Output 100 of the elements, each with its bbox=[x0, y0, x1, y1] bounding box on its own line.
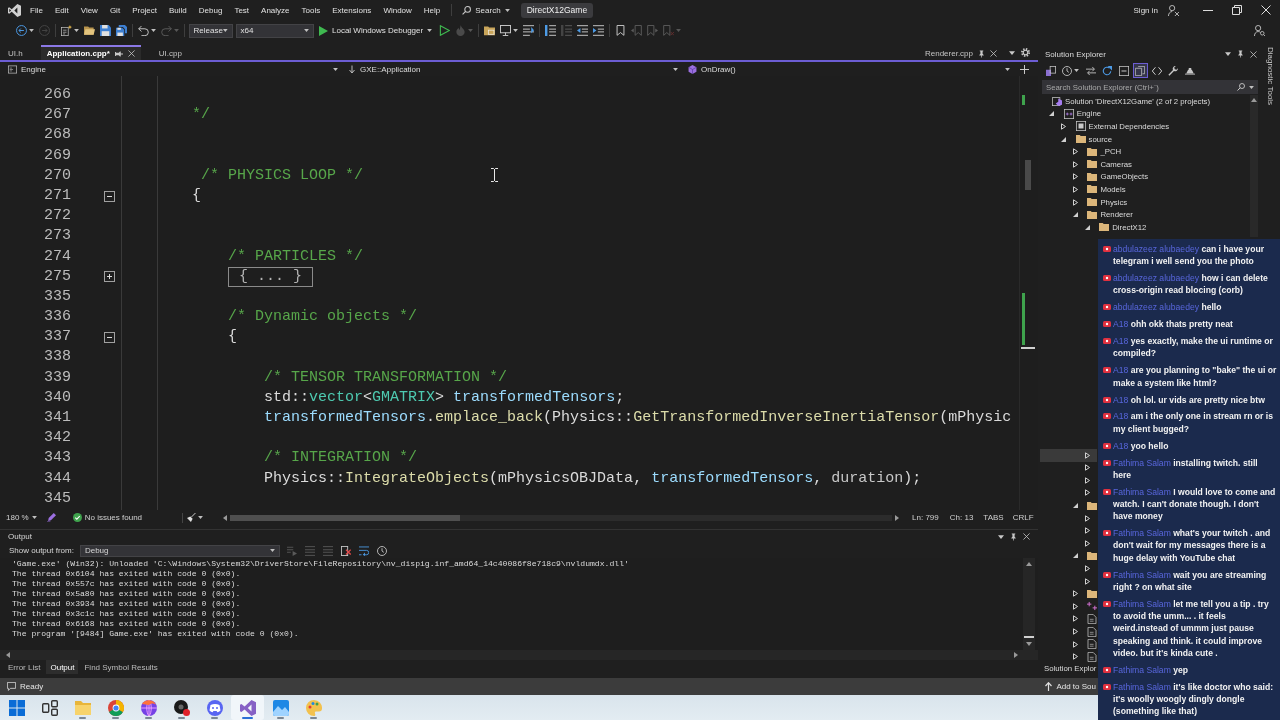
scroll-left-icon[interactable] bbox=[223, 514, 228, 521]
arrow-right-icon[interactable] bbox=[1084, 451, 1090, 459]
menu-item[interactable]: File bbox=[24, 0, 49, 20]
caret-icon[interactable] bbox=[1249, 85, 1254, 89]
window-menu-caret-icon[interactable] bbox=[1225, 52, 1231, 56]
palette-icon[interactable] bbox=[305, 699, 322, 716]
account-button[interactable] bbox=[1253, 24, 1266, 37]
menu-item[interactable]: Project bbox=[126, 0, 164, 20]
configuration-dropdown[interactable]: Release bbox=[188, 23, 233, 38]
globe-icon[interactable] bbox=[140, 699, 157, 716]
task-view-icon[interactable] bbox=[41, 699, 58, 716]
pin-icon[interactable] bbox=[1010, 532, 1017, 541]
show-all-files-button[interactable] bbox=[1133, 64, 1147, 77]
caret-icon[interactable] bbox=[427, 29, 433, 32]
record-icon[interactable] bbox=[173, 699, 190, 716]
menu-item[interactable]: Build bbox=[163, 0, 193, 20]
close-icon[interactable] bbox=[1023, 533, 1030, 540]
arrow-right-icon[interactable] bbox=[1072, 602, 1078, 610]
menu-item[interactable]: Tools bbox=[295, 0, 327, 20]
refresh-button[interactable] bbox=[1100, 64, 1114, 77]
close-icon[interactable] bbox=[1250, 50, 1257, 58]
ribbon-icon[interactable] bbox=[239, 699, 256, 716]
menu-item[interactable]: Window bbox=[377, 0, 418, 20]
document-tab[interactable]: UI.h bbox=[2, 45, 29, 60]
caret-icon[interactable] bbox=[504, 8, 510, 12]
document-tab[interactable]: Application.cpp* bbox=[40, 45, 141, 60]
arrow-right-icon[interactable] bbox=[1061, 123, 1067, 130]
view-code-button[interactable] bbox=[1150, 64, 1163, 77]
caret-icon[interactable] bbox=[31, 516, 37, 519]
arrow-right-icon[interactable] bbox=[1072, 185, 1078, 193]
line-endings-indicator[interactable]: CRLF bbox=[1012, 513, 1034, 522]
browser-icon[interactable] bbox=[107, 699, 124, 716]
close-icon[interactable] bbox=[990, 50, 997, 57]
scroll-up-icon[interactable] bbox=[1026, 562, 1032, 566]
menu-item[interactable]: Git bbox=[103, 0, 127, 20]
arrow-right-icon[interactable] bbox=[1072, 173, 1078, 181]
expand-icon[interactable] bbox=[104, 271, 115, 283]
project-dropdown[interactable]: Engine bbox=[4, 62, 342, 76]
pin-icon[interactable] bbox=[978, 49, 985, 58]
settings-icon[interactable] bbox=[1021, 48, 1030, 57]
arrow-down-icon[interactable] bbox=[1072, 503, 1078, 509]
arrow-right-icon[interactable] bbox=[1084, 565, 1090, 573]
arrow-down-icon[interactable] bbox=[1084, 224, 1090, 230]
caret-icon[interactable] bbox=[673, 67, 678, 71]
undo-button[interactable] bbox=[136, 24, 157, 37]
issues-indicator[interactable]: No issues found bbox=[72, 513, 143, 522]
output-source-dropdown[interactable]: Debug bbox=[79, 544, 280, 557]
bookmark-button[interactable] bbox=[613, 24, 627, 37]
caret-icon[interactable] bbox=[73, 29, 79, 32]
arrow-right-icon[interactable] bbox=[1084, 464, 1090, 472]
arrow-right-icon[interactable] bbox=[1084, 577, 1090, 585]
scroll-right-icon[interactable] bbox=[1014, 652, 1018, 658]
caret-icon[interactable] bbox=[198, 516, 204, 519]
arrow-right-icon[interactable] bbox=[1072, 148, 1078, 156]
code-cleanup-button[interactable] bbox=[187, 513, 204, 522]
add-to-source-control-button[interactable]: Add to Sou bbox=[1045, 682, 1096, 691]
horizontal-scrollbar[interactable] bbox=[223, 512, 900, 523]
arrow-right-icon[interactable] bbox=[1072, 640, 1078, 648]
comment-button[interactable] bbox=[543, 24, 557, 37]
pin-icon[interactable] bbox=[1237, 50, 1244, 58]
arrow-down-icon[interactable] bbox=[1072, 212, 1078, 218]
new-item-button[interactable] bbox=[59, 24, 80, 37]
arrow-right-icon[interactable] bbox=[1072, 615, 1078, 623]
account-icon[interactable] bbox=[1168, 4, 1179, 16]
menu-item[interactable]: Help bbox=[417, 0, 447, 20]
arrow-right-icon[interactable] bbox=[1072, 590, 1078, 598]
caret-icon[interactable] bbox=[150, 29, 156, 32]
history-button[interactable] bbox=[1060, 64, 1081, 77]
controller-face-icon[interactable] bbox=[206, 699, 223, 716]
arrow-down-icon[interactable] bbox=[1061, 136, 1067, 142]
save-all-button[interactable] bbox=[114, 24, 128, 37]
arrow-right-icon[interactable] bbox=[1084, 539, 1090, 547]
window-menu-caret-icon[interactable] bbox=[998, 534, 1004, 539]
tab-list-caret-icon[interactable] bbox=[1009, 50, 1015, 55]
start-without-debugging-button[interactable] bbox=[437, 24, 451, 37]
timestamp-button[interactable] bbox=[375, 544, 388, 557]
collapse-icon[interactable] bbox=[104, 331, 115, 343]
speech-bubble-icon[interactable] bbox=[7, 682, 16, 691]
caret-icon[interactable] bbox=[1074, 69, 1079, 72]
caret-icon[interactable] bbox=[222, 29, 228, 32]
menu-item[interactable]: Analyze bbox=[255, 0, 296, 20]
scroll-down-icon[interactable] bbox=[1026, 642, 1032, 646]
arrow-right-icon[interactable] bbox=[1072, 653, 1078, 661]
caret-icon[interactable] bbox=[512, 29, 518, 32]
vertical-scrollbar[interactable] bbox=[1019, 76, 1036, 510]
outdent-button[interactable] bbox=[575, 24, 589, 37]
panel-tab[interactable]: Error List bbox=[4, 660, 45, 674]
menu-item[interactable]: Edit bbox=[48, 0, 75, 20]
panel-tab[interactable]: Find Symbol Results bbox=[80, 660, 162, 674]
close-icon[interactable] bbox=[127, 50, 135, 57]
pin-icon[interactable] bbox=[114, 49, 123, 58]
side-panel-tab[interactable]: Diagnostic Tools bbox=[1262, 41, 1275, 106]
start-icon[interactable] bbox=[8, 699, 25, 716]
landscape-icon[interactable] bbox=[272, 699, 289, 716]
menu-item[interactable]: Debug bbox=[192, 0, 229, 20]
arrow-right-icon[interactable] bbox=[1072, 198, 1078, 206]
pen-icon[interactable] bbox=[46, 513, 56, 522]
open-button[interactable] bbox=[82, 24, 96, 37]
scroll-right-icon[interactable] bbox=[895, 514, 900, 521]
collapse-all-button[interactable] bbox=[1117, 64, 1130, 77]
